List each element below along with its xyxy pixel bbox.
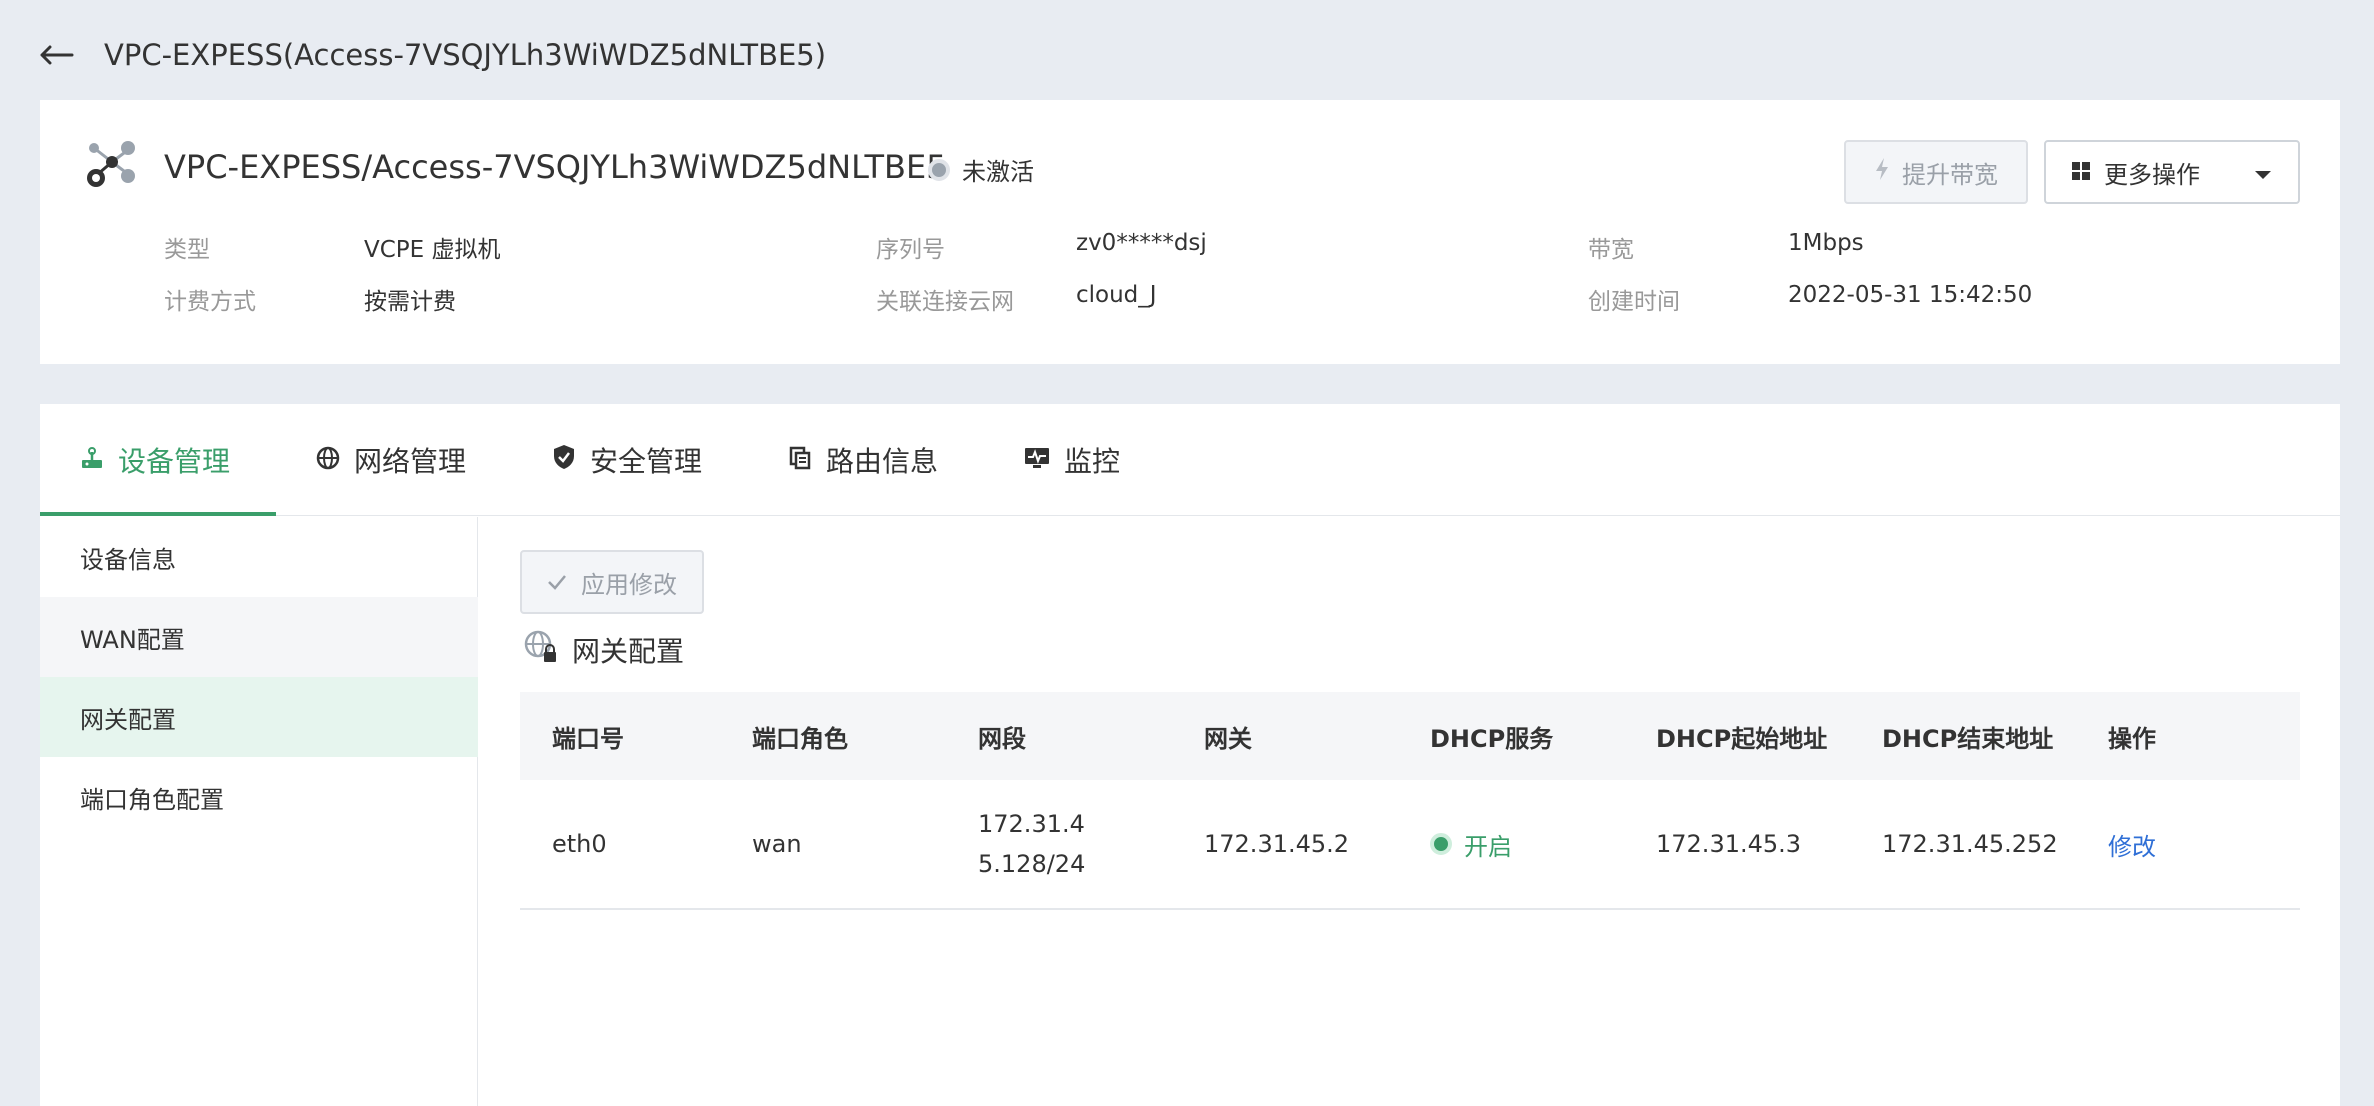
check-icon <box>547 568 567 596</box>
billing-label: 计费方式 <box>164 289 256 315</box>
network-node-icon <box>80 136 140 196</box>
instance-card: VPC-EXPESS/Access-7VSQJYLh3WiWDZ5dNLTBE5… <box>40 100 2340 364</box>
cell-dhcp-end: 172.31.45.252 <box>1882 830 2058 858</box>
tab-monitoring[interactable]: 监控 <box>1024 404 1120 516</box>
more-actions-dropdown[interactable]: 更多操作 <box>2044 140 2300 204</box>
table-row: eth0 wan 172.31.45.128/24 172.31.45.2 开启… <box>520 780 2300 910</box>
billing-value: 按需计费 <box>364 289 456 315</box>
header-port: 端口号 <box>552 724 624 753</box>
sidebar-item-device-info[interactable]: 设备信息 <box>40 517 478 597</box>
type-value: VCPE 虚拟机 <box>364 237 501 263</box>
dhcp-status-text: 开启 <box>1464 832 1512 861</box>
sidebar-item-port-role-config[interactable]: 端口角色配置 <box>40 757 478 837</box>
apply-changes-label: 应用修改 <box>581 570 677 599</box>
active-tab-indicator <box>40 512 276 516</box>
route-doc-icon <box>788 444 812 477</box>
tab-network-management[interactable]: 网络管理 <box>316 404 466 516</box>
upgrade-bandwidth-button[interactable]: 提升带宽 <box>1844 140 2028 204</box>
bandwidth-label: 带宽 <box>1588 237 1634 263</box>
serial-label: 序列号 <box>876 237 945 263</box>
tab-label: 设备管理 <box>118 445 231 478</box>
dhcp-status: 开启 <box>1430 827 1624 862</box>
table-header: 端口号 端口角色 网段 网关 DHCP服务 DHCP起始地址 DHCP结束地址 … <box>520 692 2300 780</box>
sidebar-item-wan-config[interactable]: WAN配置 <box>40 597 478 677</box>
cell-segment: 172.31.45.128/24 <box>978 810 1086 878</box>
cell-port: eth0 <box>552 830 607 858</box>
edit-link[interactable]: 修改 <box>2108 833 2156 861</box>
cell-dhcp: 开启 <box>1398 827 1624 862</box>
tab-security-management[interactable]: 安全管理 <box>552 404 702 516</box>
header-port-role: 端口角色 <box>752 724 848 753</box>
tab-device-management[interactable]: 设备管理 <box>80 404 230 516</box>
section-title-text: 网关配置 <box>572 635 685 668</box>
gateway-table: 端口号 端口角色 网段 网关 DHCP服务 DHCP起始地址 DHCP结束地址 … <box>520 692 2300 910</box>
status-text: 未激活 <box>962 158 1034 186</box>
cell-gateway: 172.31.45.2 <box>1204 830 1350 858</box>
header-dhcp: DHCP服务 <box>1430 724 1554 753</box>
top-bar: VPC-EXPESS(Access-7VSQJYLh3WiWDZ5dNLTBE5… <box>40 30 826 80</box>
created-value: 2022-05-31 15:42:50 <box>1788 282 2033 308</box>
tab-label: 安全管理 <box>590 445 703 478</box>
cell-dhcp-start: 172.31.45.3 <box>1656 830 1802 858</box>
router-icon <box>80 444 104 477</box>
cell-segment-wrap: 172.31.45.128/24 <box>946 804 1172 884</box>
header-gateway: 网关 <box>1204 724 1252 753</box>
header-dhcp-end: DHCP结束地址 <box>1882 724 2054 753</box>
apply-changes-button[interactable]: 应用修改 <box>520 550 704 614</box>
caret-down-icon <box>2254 158 2272 186</box>
main-card: 设备管理 网络管理 安全管理 路由信息 监控 设备信息 WAN配置 网关配置 端… <box>40 404 2340 1106</box>
monitor-icon <box>1024 444 1050 477</box>
tab-bar: 设备管理 网络管理 安全管理 路由信息 监控 <box>40 404 2340 516</box>
more-actions-label: 更多操作 <box>2104 160 2200 189</box>
cloud-value: cloud_J <box>1076 282 1157 308</box>
sidebar-item-label: 设备信息 <box>80 545 176 574</box>
globe-lock-icon <box>524 630 558 671</box>
page-title: VPC-EXPESS(Access-7VSQJYLh3WiWDZ5dNLTBE5… <box>104 38 827 72</box>
globe-icon <box>316 444 340 477</box>
grid-icon <box>2072 158 2090 186</box>
cloud-label: 关联连接云网 <box>876 289 1014 315</box>
back-arrow-icon[interactable] <box>40 40 80 70</box>
shield-icon <box>552 444 576 477</box>
tab-label: 网络管理 <box>354 445 467 478</box>
sidebar-item-label: WAN配置 <box>80 625 185 654</box>
dhcp-on-dot-icon <box>1430 833 1452 855</box>
tab-label: 监控 <box>1064 445 1121 478</box>
upgrade-bandwidth-label: 提升带宽 <box>1902 160 1998 189</box>
tab-route-info[interactable]: 路由信息 <box>788 404 938 516</box>
header-dhcp-start: DHCP起始地址 <box>1656 724 1828 753</box>
sidebar: 设备信息 WAN配置 网关配置 端口角色配置 <box>40 517 478 1106</box>
status-dot-icon <box>928 158 950 181</box>
sidebar-item-gateway-config[interactable]: 网关配置 <box>40 677 478 757</box>
sidebar-item-label: 网关配置 <box>80 705 176 734</box>
cell-port-role: wan <box>752 830 802 858</box>
section-title: 网关配置 <box>524 630 684 670</box>
header-segment: 网段 <box>978 724 1026 753</box>
status-badge: 未激活 <box>928 152 1034 187</box>
instance-name: VPC-EXPESS/Access-7VSQJYLh3WiWDZ5dNLTBE5 <box>164 148 947 186</box>
type-label: 类型 <box>164 237 210 263</box>
serial-value: zv0*****dsj <box>1076 230 1207 256</box>
sidebar-item-label: 端口角色配置 <box>80 785 224 814</box>
tab-label: 路由信息 <box>826 445 939 478</box>
bandwidth-value: 1Mbps <box>1788 230 1864 256</box>
cell-action: 修改 <box>2076 827 2300 862</box>
created-label: 创建时间 <box>1588 289 1680 315</box>
lightning-icon <box>1874 157 1890 187</box>
header-action: 操作 <box>2108 724 2156 753</box>
